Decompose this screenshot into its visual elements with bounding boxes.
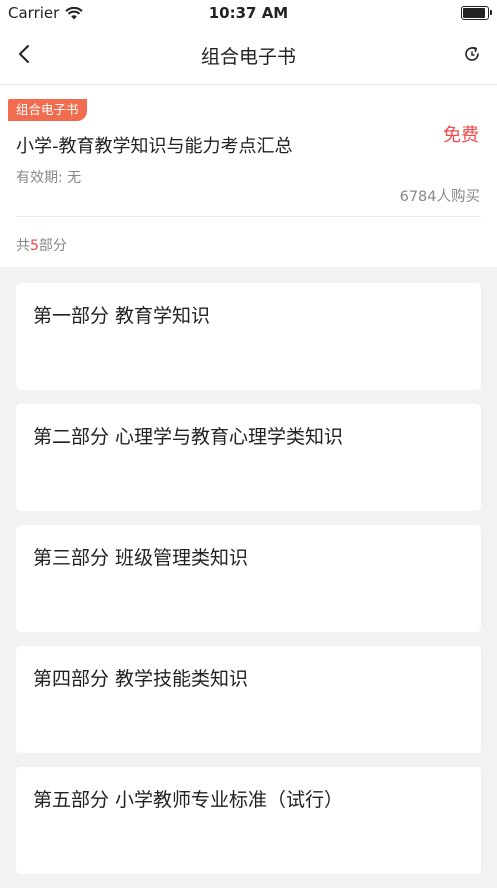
page-title: 组合电子书	[200, 46, 296, 68]
part-title: 第三部分 班级管理类知识	[33, 547, 249, 569]
validity-label: 有效期: 无	[16, 170, 82, 186]
part-list: 第一部分 教育学知识 第二部分 心理学与教育心理学类知识 第三部分 班级管理类知…	[16, 283, 481, 888]
navigation-bar: 组合电子书	[0, 26, 497, 85]
part-title: 第二部分 心理学与教育心理学类知识	[33, 426, 344, 448]
part-title: 第四部分 教学技能类知识	[33, 668, 249, 690]
part-card-5[interactable]: 第五部分 小学教师专业标准（试行）	[16, 767, 481, 874]
part-card-4[interactable]: 第四部分 教学技能类知识	[16, 646, 481, 753]
part-title: 第五部分 小学教师专业标准（试行）	[33, 789, 344, 811]
part-title: 第一部分 教育学知识	[33, 305, 211, 327]
book-title: 小学-教育教学知识与能力考点汇总	[16, 136, 293, 157]
part-card-1[interactable]: 第一部分 教育学知识	[16, 283, 481, 390]
parts-suffix: 部分	[38, 238, 67, 254]
ebook-tag: 组合电子书	[8, 99, 87, 121]
part-card-3[interactable]: 第三部分 班级管理类知识	[16, 525, 481, 632]
refresh-icon[interactable]	[463, 45, 481, 63]
parts-prefix: 共	[16, 238, 30, 254]
parts-number: 5	[30, 238, 39, 254]
buyers-count: 6784人购买	[399, 189, 480, 205]
book-info-card: 组合电子书 小学-教育教学知识与能力考点汇总 免费 有效期: 无 6784人购买…	[0, 85, 497, 267]
parts-count: 共5部分	[16, 235, 67, 255]
divider	[16, 216, 481, 217]
battery-icon	[461, 6, 492, 20]
status-time: 10:37 AM	[208, 4, 289, 22]
price-label: 免费	[443, 125, 479, 146]
part-card-2[interactable]: 第二部分 心理学与教育心理学类知识	[16, 404, 481, 511]
status-bar: Carrier 10:37 AM	[0, 0, 497, 26]
